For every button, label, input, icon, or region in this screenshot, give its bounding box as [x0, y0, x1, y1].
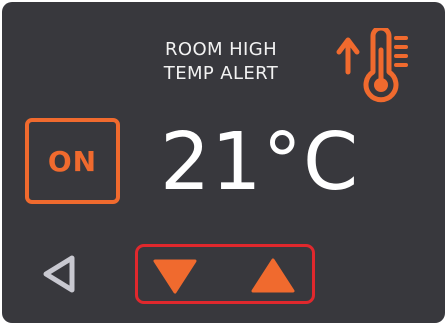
back-button[interactable] — [40, 252, 80, 296]
thermostat-panel: ROOM HIGH TEMP ALERT ON 21°C — [2, 2, 445, 323]
decrease-temperature-button[interactable] — [152, 257, 198, 295]
increase-temperature-button[interactable] — [250, 257, 296, 295]
temperature-readout: 21°C — [160, 116, 360, 208]
alert-title-line1: ROOM HIGH — [164, 39, 278, 60]
arrow-down-icon — [153, 259, 197, 294]
thermometer-rising-icon — [334, 28, 414, 104]
temperature-adjust-group — [135, 244, 315, 304]
back-triangle-icon — [43, 255, 75, 293]
power-button-label: ON — [47, 144, 98, 178]
power-on-button[interactable]: ON — [25, 118, 120, 204]
alert-title-line2: TEMP ALERT — [163, 63, 279, 84]
alert-title: ROOM HIGH TEMP ALERT — [122, 38, 320, 86]
arrow-up-icon — [251, 258, 295, 293]
